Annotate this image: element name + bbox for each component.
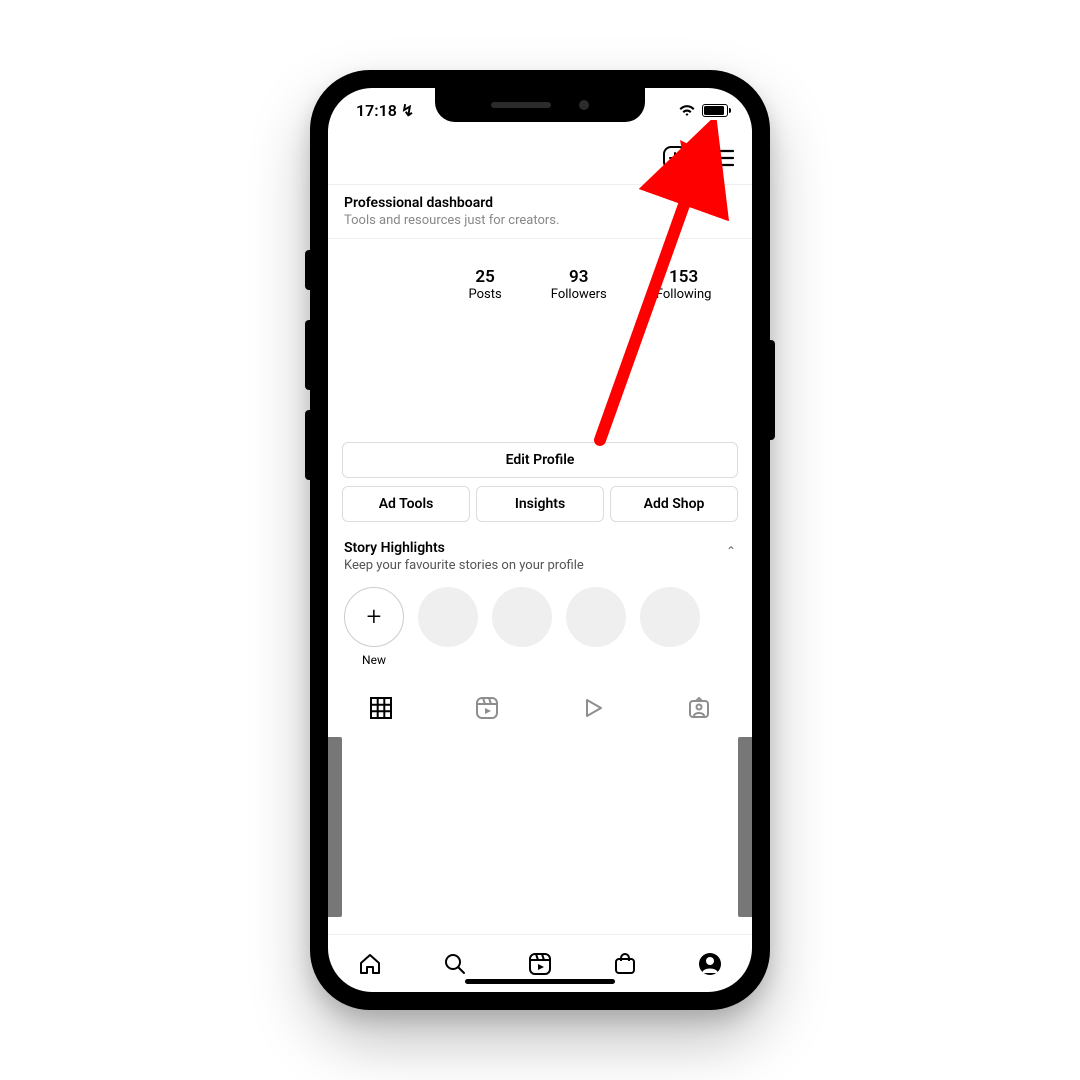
stat-following[interactable]: 153 Following <box>656 267 712 302</box>
nav-shop[interactable] <box>610 949 640 979</box>
nav-reels[interactable] <box>525 949 555 979</box>
home-indicator <box>465 979 615 984</box>
phone-notch <box>435 88 645 122</box>
bio-area <box>328 302 752 442</box>
home-icon <box>357 951 383 977</box>
stat-following-label: Following <box>656 287 712 302</box>
highlight-placeholder[interactable] <box>492 587 552 667</box>
phone-side-button <box>305 250 310 290</box>
profile-action-buttons: Edit Profile Ad Tools Insights Add Shop <box>328 442 752 522</box>
story-highlights-section: Story Highlights Keep your favourite sto… <box>328 522 752 679</box>
create-post-button[interactable] <box>660 143 690 173</box>
tab-grid[interactable] <box>356 693 406 723</box>
phone-frame: 17:18 ↯ Professional dashboard Tools and… <box>310 70 770 1010</box>
dashboard-subtitle: Tools and resources just for creators. <box>344 213 736 228</box>
nav-home[interactable] <box>355 949 385 979</box>
phone-side-button <box>305 410 310 480</box>
phone-side-button <box>770 340 775 440</box>
tab-reels[interactable] <box>462 693 512 723</box>
add-shop-button[interactable]: Add Shop <box>610 486 738 522</box>
highlight-add-new[interactable]: + New <box>344 587 404 667</box>
stat-posts-label: Posts <box>469 287 502 302</box>
profile-content-tabs <box>328 679 752 731</box>
stat-following-count: 153 <box>656 267 712 287</box>
wifi-icon <box>678 103 696 117</box>
battery-icon <box>702 104 728 117</box>
menu-button[interactable] <box>708 143 738 173</box>
highlight-placeholder[interactable] <box>640 587 700 667</box>
dashboard-title: Professional dashboard <box>344 195 736 211</box>
stat-posts-count: 25 <box>469 267 502 287</box>
plus-icon: + <box>344 587 404 647</box>
tagged-icon <box>687 696 711 720</box>
insights-button[interactable]: Insights <box>476 486 604 522</box>
avatar-placeholder[interactable] <box>344 253 444 302</box>
phone-side-button <box>305 320 310 390</box>
status-time: 17:18 ↯ <box>356 101 414 120</box>
reels-icon <box>475 696 499 720</box>
ad-tools-button[interactable]: Ad Tools <box>342 486 470 522</box>
hamburger-icon <box>710 147 736 169</box>
profile-topnav <box>328 132 752 184</box>
plus-square-icon <box>662 145 688 171</box>
shop-icon <box>612 951 638 977</box>
stat-followers-label: Followers <box>551 287 607 302</box>
highlights-subtitle: Keep your favourite stories on your prof… <box>344 558 736 573</box>
chevron-up-icon[interactable]: ⌃ <box>726 544 736 558</box>
feed-preview-edges <box>328 737 752 917</box>
phone-screen: 17:18 ↯ Professional dashboard Tools and… <box>328 88 752 992</box>
reels-icon <box>527 951 553 977</box>
nav-search[interactable] <box>440 949 470 979</box>
tab-video[interactable] <box>568 693 618 723</box>
stat-followers-count: 93 <box>551 267 607 287</box>
play-icon <box>581 696 605 720</box>
profile-header-row: 25 Posts 93 Followers 153 Following <box>328 239 752 302</box>
professional-dashboard-bar[interactable]: Professional dashboard Tools and resourc… <box>328 184 752 239</box>
highlight-placeholder[interactable] <box>566 587 626 667</box>
tab-tagged[interactable] <box>674 693 724 723</box>
stat-followers[interactable]: 93 Followers <box>551 267 607 302</box>
grid-icon <box>369 696 393 720</box>
edit-profile-button[interactable]: Edit Profile <box>342 442 738 478</box>
stat-posts[interactable]: 25 Posts <box>469 267 502 302</box>
search-icon <box>442 951 468 977</box>
highlight-new-label: New <box>362 653 386 667</box>
profile-icon <box>697 951 723 977</box>
highlight-placeholder[interactable] <box>418 587 478 667</box>
nav-profile[interactable] <box>695 949 725 979</box>
highlights-title: Story Highlights <box>344 540 736 556</box>
